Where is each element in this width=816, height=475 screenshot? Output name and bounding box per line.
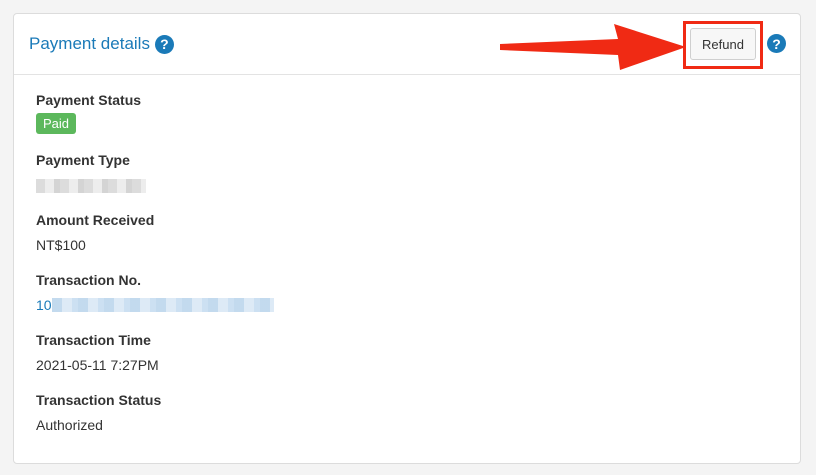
field-value (36, 177, 146, 194)
status-badge: Paid (36, 113, 77, 134)
field-payment-status: Payment Status Paid (36, 92, 141, 134)
field-label: Transaction No. (36, 272, 142, 288)
question-circle-icon[interactable]: ? (154, 34, 174, 54)
transaction-no-prefix: 10 (36, 297, 52, 313)
field-label: Transaction Time (36, 332, 151, 348)
field-value: NT$100 (36, 237, 86, 253)
field-label: Payment Status (36, 92, 142, 108)
field-label: Payment Type (36, 152, 130, 168)
redacted-value (36, 179, 146, 194)
field-transaction-no: Transaction No. 10 (36, 272, 274, 313)
field-value: 2021-05-11 7:27PM (36, 357, 159, 373)
transaction-no-link[interactable]: 10 (36, 297, 274, 313)
field-label: Transaction Status (36, 392, 162, 408)
question-circle-icon[interactable]: ? (767, 34, 786, 53)
field-label: Amount Received (36, 212, 155, 228)
field-transaction-time: Transaction Time 2021-05-11 7:27PM (36, 332, 159, 373)
field-payment-type: Payment Type (36, 152, 146, 194)
field-amount-received: Amount Received NT$100 (36, 212, 154, 253)
field-transaction-status: Transaction Status Authorized (36, 392, 161, 433)
annotation-arrow (500, 24, 686, 70)
panel-header: Payment details ? Refund ? (14, 14, 800, 75)
panel-title: Payment details ? (29, 34, 174, 54)
panel-title-text: Payment details (29, 34, 150, 53)
refund-button[interactable]: Refund (690, 28, 756, 60)
redacted-value (51, 298, 274, 312)
field-value: Authorized (36, 417, 103, 433)
payment-details-panel: Payment details ? Refund ? Payment Statu… (13, 13, 801, 464)
